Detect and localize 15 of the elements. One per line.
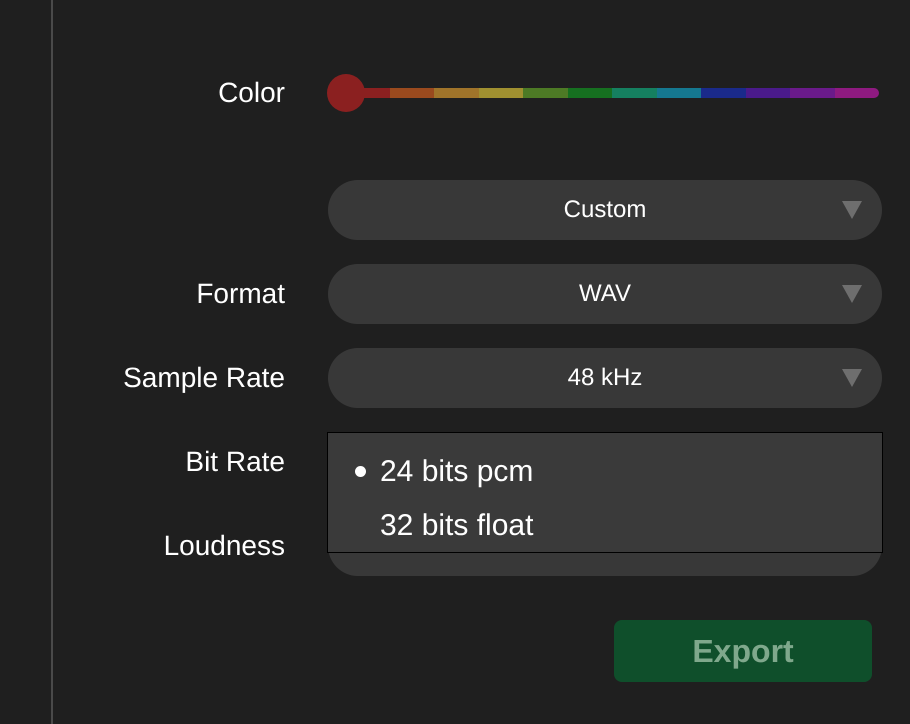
color-label: Color bbox=[217, 76, 285, 110]
dropdown[interactable]: 48 kHz bbox=[328, 348, 882, 408]
color-slider[interactable] bbox=[327, 73, 879, 113]
field-label: Loudness bbox=[164, 529, 285, 563]
caret-icon bbox=[842, 369, 862, 387]
field-label: Bit Rate bbox=[185, 445, 285, 479]
caret-icon bbox=[842, 201, 862, 219]
field-label: Format bbox=[196, 277, 285, 311]
menu-item[interactable]: 24 bits pcm bbox=[380, 449, 534, 494]
menu-item[interactable]: 32 bits float bbox=[380, 502, 534, 548]
field-label: Sample Rate bbox=[123, 361, 285, 395]
dropdown[interactable]: WAV bbox=[328, 264, 882, 324]
caret-icon bbox=[842, 285, 862, 303]
dropdown[interactable]: Custom bbox=[328, 180, 882, 240]
slider-thumb[interactable] bbox=[327, 74, 365, 112]
